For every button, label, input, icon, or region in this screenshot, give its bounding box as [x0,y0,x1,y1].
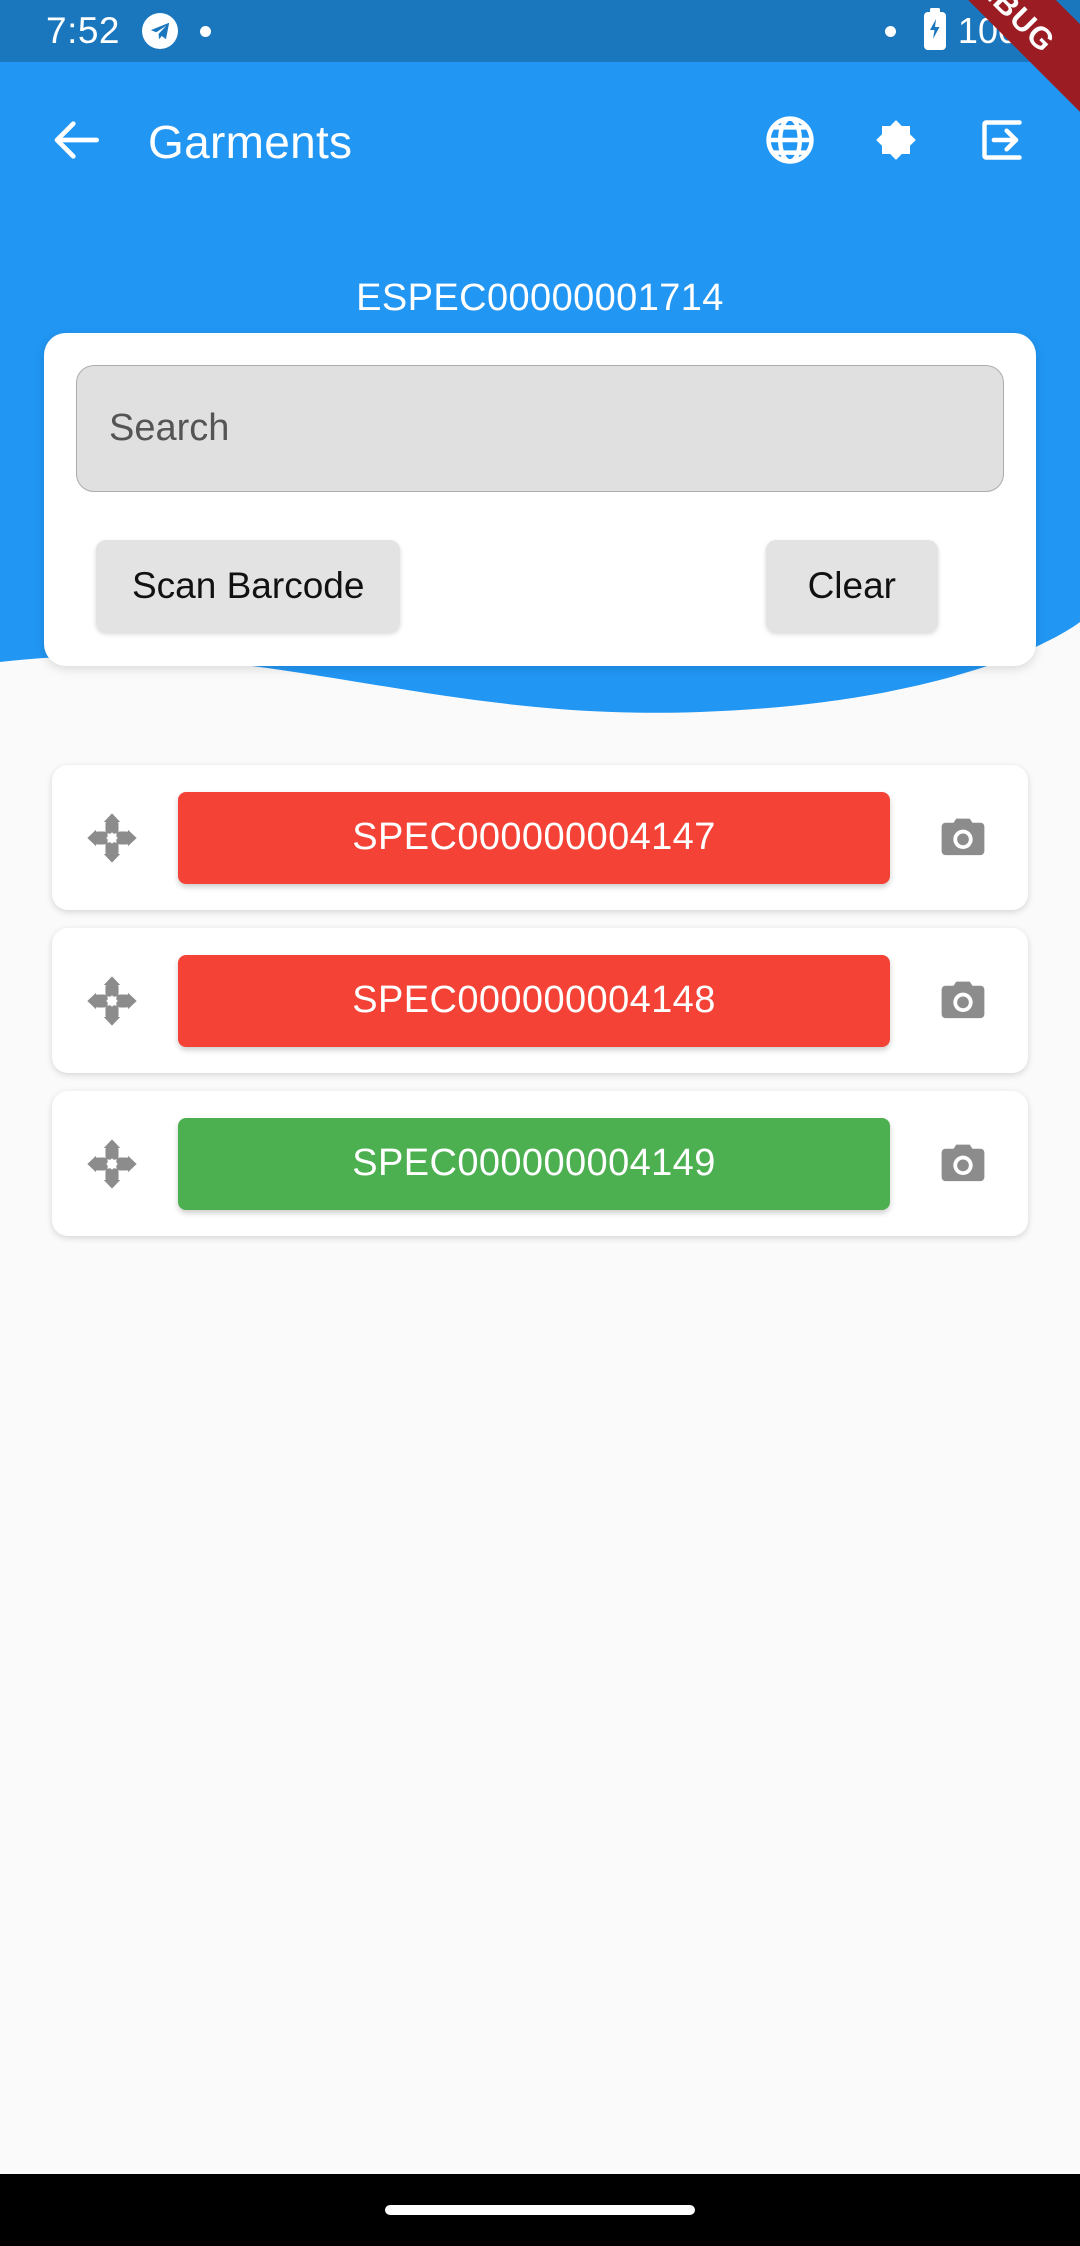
brightness-toggle-icon [867,111,925,174]
status-bar: 7:52 100% [0,0,1080,62]
logout-button[interactable] [966,106,1038,178]
telegram-icon [142,13,179,49]
garment-code-button[interactable]: SPEC000000004147 [178,791,890,884]
specification-code: ESPEC00000001714 [356,277,724,319]
logout-icon [974,112,1030,173]
table-row: SPEC000000004149 [52,1091,1028,1236]
home-indicator[interactable] [385,2205,695,2215]
garment-code-button[interactable]: SPEC000000004148 [178,954,890,1047]
drag-move-icon[interactable] [52,1135,172,1193]
app-bar: Garments [0,62,1080,222]
drag-move-icon[interactable] [52,809,172,867]
status-bar-left: 7:52 [0,10,212,52]
camera-button[interactable] [898,974,1028,1028]
clear-button[interactable]: Clear [765,540,938,632]
battery-charging-icon [922,7,948,55]
app-screen: 7:52 100% [0,0,1080,2246]
scan-barcode-button[interactable]: Scan Barcode [96,540,401,632]
system-nav-bar [0,2174,1080,2246]
status-time: 7:52 [46,10,121,51]
page-title: Garments [148,116,353,168]
theme-toggle-button[interactable] [860,106,932,178]
back-button[interactable] [30,94,126,190]
table-row: SPEC000000004147 [52,765,1028,910]
arrow-back-icon [50,112,106,173]
language-globe-icon [762,112,818,173]
language-globe-button[interactable] [754,106,826,178]
search-card: Scan Barcode Clear [44,333,1036,666]
garment-list: SPEC000000004147 SPEC000000004148 SPEC00… [0,765,1080,1254]
search-input[interactable] [76,365,1004,492]
camera-button[interactable] [898,1137,1028,1191]
drag-move-icon[interactable] [52,972,172,1030]
app-bar-actions [754,106,1080,178]
table-row: SPEC000000004148 [52,928,1028,1073]
notification-dot-icon [200,25,212,37]
status-dot-icon [884,25,896,37]
search-card-buttons: Scan Barcode Clear [76,540,1004,632]
garment-code-button[interactable]: SPEC000000004149 [178,1117,890,1210]
camera-button[interactable] [898,811,1028,865]
